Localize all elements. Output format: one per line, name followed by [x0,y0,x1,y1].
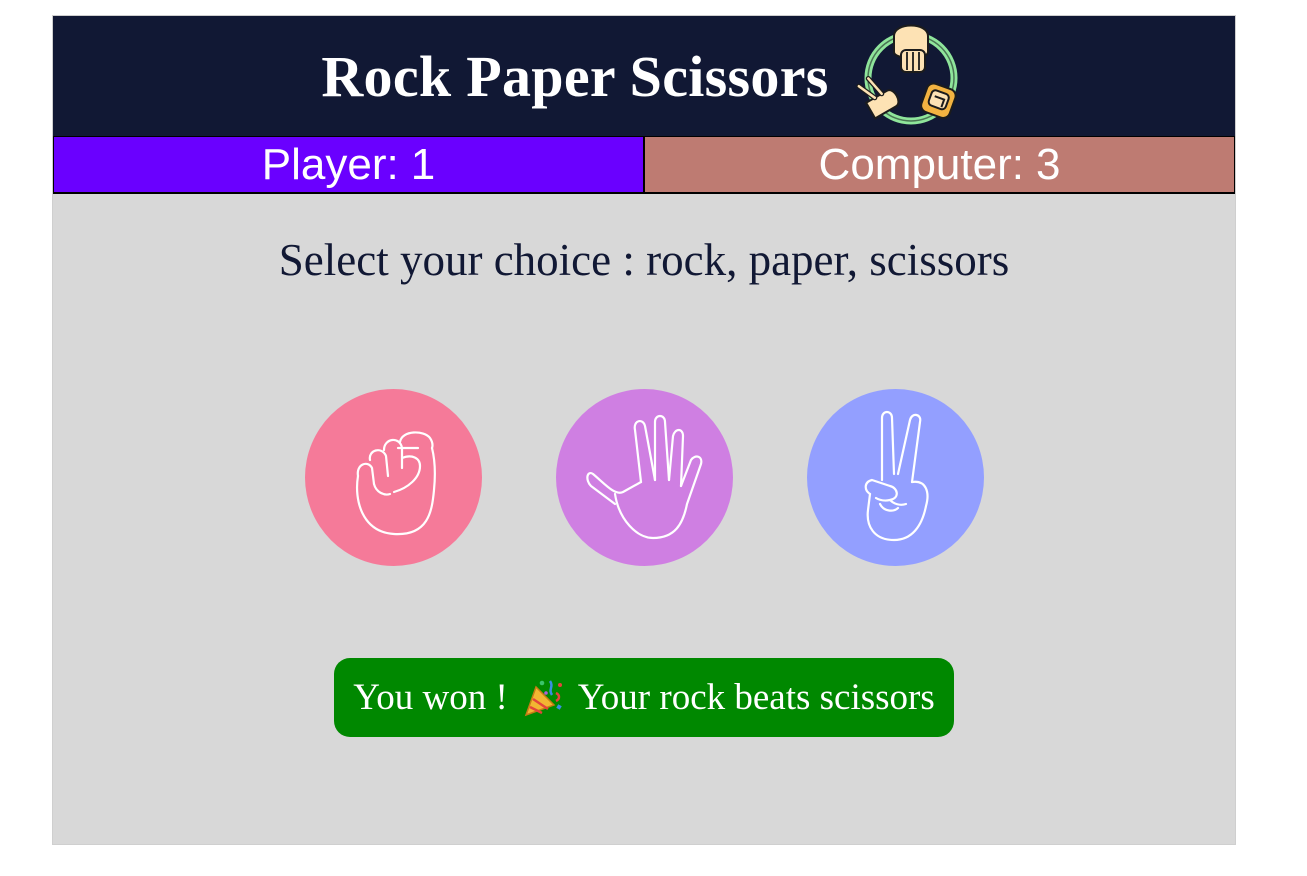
rock-paper-scissors-cycle-icon [856,24,958,125]
paper-button[interactable] [555,389,733,566]
rock-button[interactable] [304,389,482,566]
player-score: Player: 1 [53,137,645,192]
result-message: You won ! Your rock beats scissors [334,658,954,737]
header: Rock Paper Scissors [53,16,1235,136]
result-text: Your rock beats scissors [577,677,935,718]
player-score-label: Player: [261,139,399,189]
result-area: You won ! Your rock beats scissors [53,658,1235,737]
choice-buttons [53,389,1235,566]
party-popper-icon [524,679,562,716]
peace-hand-icon [864,410,929,541]
computer-score: Computer: 3 [645,137,1235,192]
page-title: Rock Paper Scissors [321,43,829,109]
game-container: Rock Paper Scissors Player: 1 Computer: … [52,15,1236,845]
computer-score-label: Computer: [818,139,1024,189]
player-score-value: 1 [410,139,436,189]
instruction-text: Select your choice : rock, paper, scisso… [278,235,1010,285]
computer-score-value: 3 [1035,139,1061,189]
scoreboard: Player: 1 Computer: 3 [53,136,1235,194]
fist-icon [356,430,436,535]
result-prefix: You won ! [353,677,508,718]
scissors-button[interactable] [806,389,984,566]
open-hand-icon [586,414,703,539]
